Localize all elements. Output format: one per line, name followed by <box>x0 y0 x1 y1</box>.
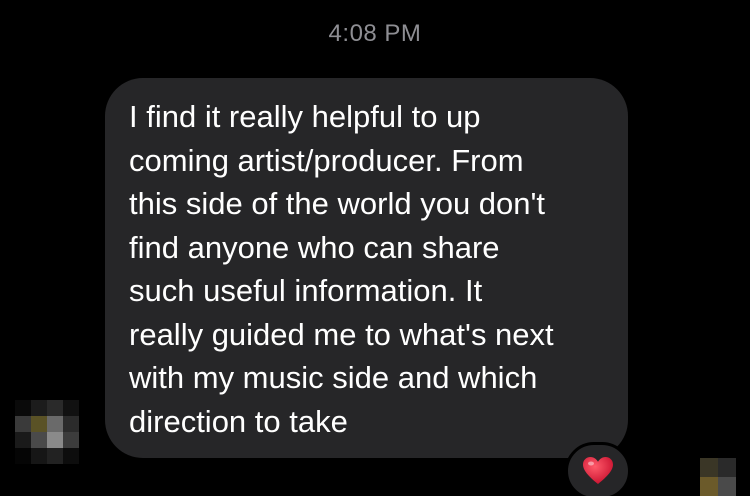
heart-icon <box>583 457 613 484</box>
chat-screen: 4:08 PM I find it really helpful to up c… <box>0 0 750 496</box>
message-text: I find it really helpful to up coming ar… <box>129 99 554 439</box>
reaction-badge[interactable] <box>565 442 631 496</box>
message-timestamp: 4:08 PM <box>328 20 422 47</box>
message-bubble[interactable]: I find it really helpful to up coming ar… <box>105 78 628 458</box>
pixelated-avatar-partial <box>700 458 736 496</box>
sender-avatar[interactable] <box>15 400 81 466</box>
